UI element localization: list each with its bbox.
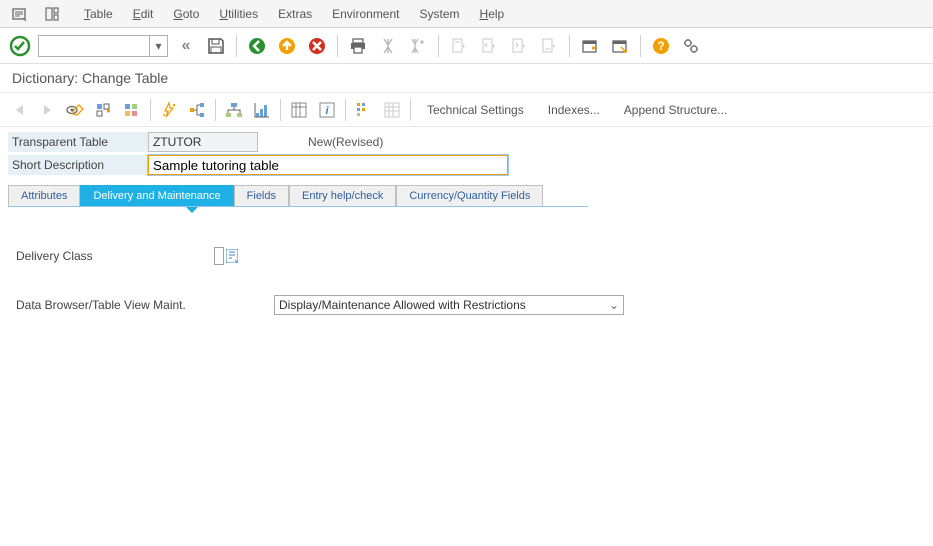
info-icon[interactable]: i [315,98,339,122]
svg-text:?: ? [657,39,664,53]
menu-system[interactable]: System [420,7,460,21]
display-toggle-icon[interactable] [64,98,88,122]
menu-bar: Tabledocument.currentScript.previousElem… [0,0,933,28]
command-field[interactable]: ▾ [38,35,168,57]
back-icon[interactable] [245,34,269,58]
where-used-icon[interactable] [185,98,209,122]
short-description-label: Short Description [8,155,148,175]
graphic-icon[interactable] [250,98,274,122]
data-browser-value: Display/Maintenance Allowed with Restric… [279,298,526,312]
active-tab-indicator [186,207,198,213]
technical-settings-button[interactable]: Technical Settings [417,99,534,121]
menu-dropdown-icon[interactable] [8,2,32,26]
chevron-down-icon[interactable]: ▾ [149,36,167,56]
tab-content: Delivery Class Data Browser/Table View M… [0,217,933,375]
contents-icon[interactable] [287,98,311,122]
form-header: Transparent Table ZTUTOR New(Revised) Sh… [0,127,933,181]
next-page-icon[interactable] [507,34,531,58]
table-maint-icon[interactable] [380,98,404,122]
tabstrip: Attributes Delivery and Maintenance Fiel… [8,185,588,207]
customize-icon[interactable] [679,34,703,58]
f4-help-icon[interactable] [226,249,238,263]
short-description-input[interactable] [148,155,508,175]
srch-help-icon[interactable] [352,98,376,122]
other-object-icon[interactable] [92,98,116,122]
cancel-icon[interactable] [305,34,329,58]
exit-icon[interactable] [275,34,299,58]
enter-icon[interactable] [8,34,32,58]
data-browser-label: Data Browser/Table View Maint. [14,298,274,312]
find-icon[interactable] [376,34,400,58]
transparent-table-label: Transparent Table [8,132,148,152]
delivery-class-input[interactable] [214,247,224,265]
find-next-icon[interactable] [406,34,430,58]
print-icon[interactable] [346,34,370,58]
new-session-icon[interactable] [578,34,602,58]
menu-environment[interactable]: Environment [332,7,399,21]
delivery-class-label: Delivery Class [14,249,214,263]
tab-fields[interactable]: Fields [234,185,289,206]
hierarchy-icon[interactable] [222,98,246,122]
prev-page-icon[interactable] [477,34,501,58]
tab-attributes[interactable]: Attributes [8,185,80,206]
menu-edit[interactable]: Edit [133,7,154,21]
menu-help[interactable]: Help [480,7,505,21]
chevron-down-icon[interactable]: ⌄ [609,298,619,312]
save-icon[interactable] [204,34,228,58]
menu-extras[interactable]: Extras [278,7,312,21]
last-page-icon[interactable] [537,34,561,58]
nav-forward-icon[interactable] [36,98,60,122]
layout-icon[interactable] [40,2,64,26]
data-browser-select[interactable]: Display/Maintenance Allowed with Restric… [274,295,624,315]
indexes-button[interactable]: Indexes... [538,99,610,121]
svg-text:i: i [325,105,329,117]
activate-icon[interactable] [157,98,181,122]
shortcut-icon[interactable] [608,34,632,58]
menu-table[interactable]: Tabledocument.currentScript.previousElem… [84,7,113,21]
append-structure-button[interactable]: Append Structure... [614,99,737,121]
transparent-table-value: ZTUTOR [148,132,258,152]
standard-toolbar: ▾ « ? [0,28,933,64]
check-icon[interactable] [120,98,144,122]
collapse-icon[interactable]: « [174,34,198,58]
status-text: New(Revised) [308,135,383,149]
tab-entry-help[interactable]: Entry help/check [289,185,396,206]
tab-currency-quantity[interactable]: Currency/Quantity Fields [396,185,543,206]
tab-delivery-maintenance[interactable]: Delivery and Maintenance [80,185,233,206]
menu-goto[interactable]: Goto [173,7,199,21]
screen-title: Dictionary: Change Table [0,64,933,93]
first-page-icon[interactable] [447,34,471,58]
application-toolbar: i Technical Settings Indexes... Append S… [0,93,933,127]
help-icon[interactable]: ? [649,34,673,58]
menu-utilities[interactable]: Utilities [219,7,258,21]
nav-back-icon[interactable] [8,98,32,122]
